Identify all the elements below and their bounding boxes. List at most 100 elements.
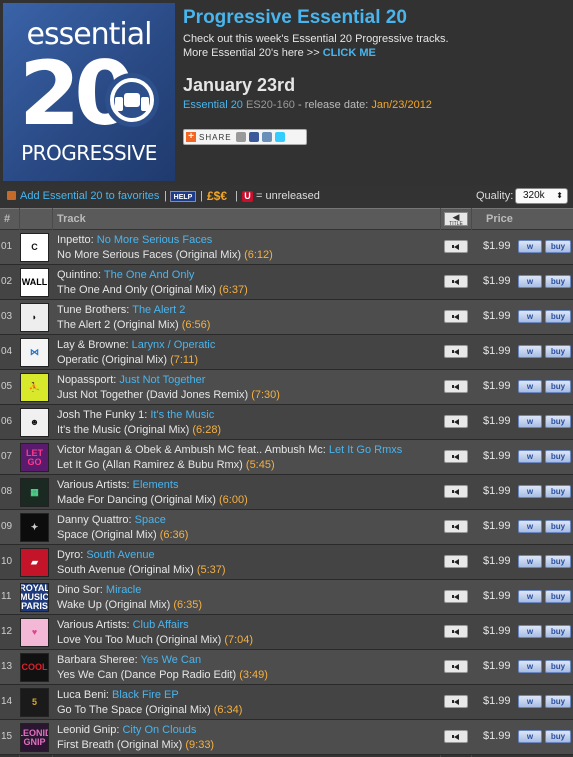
play-preview-icon[interactable]: [444, 625, 468, 638]
track-artwork[interactable]: ⛹: [20, 373, 49, 402]
release-title-link[interactable]: South Avenue: [86, 549, 154, 561]
wishlist-button[interactable]: w: [518, 415, 542, 428]
twitter-icon[interactable]: [274, 132, 285, 142]
artist-name[interactable]: Various Artists:: [57, 479, 130, 491]
facebook-icon[interactable]: [248, 132, 259, 142]
artist-name[interactable]: Tune Brothers:: [57, 304, 129, 316]
buy-button[interactable]: buy: [545, 450, 571, 463]
play-preview-icon[interactable]: [444, 240, 468, 253]
buy-button[interactable]: buy: [545, 415, 571, 428]
wishlist-button[interactable]: w: [518, 240, 542, 253]
wishlist-button[interactable]: w: [518, 345, 542, 358]
artist-name[interactable]: Victor Magan & Obek & Ambush MC feat.. A…: [57, 444, 326, 456]
play-preview-icon[interactable]: [444, 695, 468, 708]
track-artwork[interactable]: WALL: [20, 268, 49, 297]
artist-name[interactable]: Inpetto:: [57, 234, 94, 246]
release-title-link[interactable]: City On Clouds: [122, 724, 196, 736]
wishlist-button[interactable]: w: [518, 730, 542, 743]
track-artwork[interactable]: LET GO: [20, 443, 49, 472]
track-artwork[interactable]: ♥: [20, 618, 49, 647]
release-title-link[interactable]: No More Serious Faces: [97, 234, 213, 246]
wishlist-button[interactable]: w: [518, 275, 542, 288]
track-artwork[interactable]: ✦: [20, 513, 49, 542]
artist-name[interactable]: Josh The Funky 1:: [57, 409, 147, 421]
artist-name[interactable]: Lay & Browne:: [57, 339, 129, 351]
wishlist-button[interactable]: w: [518, 590, 542, 603]
play-preview-icon[interactable]: [444, 450, 468, 463]
release-title-link[interactable]: Club Affairs: [133, 619, 189, 631]
play-preview-icon[interactable]: [444, 660, 468, 673]
wishlist-button[interactable]: w: [518, 660, 542, 673]
share-widget[interactable]: + SHARE: [183, 129, 307, 145]
artist-name[interactable]: Dino Sor:: [57, 584, 103, 596]
wishlist-button[interactable]: w: [518, 695, 542, 708]
track-artwork[interactable]: COOL: [20, 653, 49, 682]
buy-button[interactable]: buy: [545, 380, 571, 393]
myspace-icon[interactable]: [261, 132, 272, 142]
buy-button[interactable]: buy: [545, 660, 571, 673]
artist-name[interactable]: Nopassport:: [57, 374, 116, 386]
buy-button[interactable]: buy: [545, 695, 571, 708]
buy-button[interactable]: buy: [545, 240, 571, 253]
release-title-link[interactable]: The One And Only: [104, 269, 195, 281]
play-preview-icon[interactable]: [444, 520, 468, 533]
artist-name[interactable]: Barbara Sheree:: [57, 654, 138, 666]
release-title-link[interactable]: It's the Music: [150, 409, 214, 421]
play-preview-icon[interactable]: [444, 275, 468, 288]
wishlist-button[interactable]: w: [518, 555, 542, 568]
wishlist-button[interactable]: w: [518, 520, 542, 533]
track-artwork[interactable]: ▰: [20, 548, 49, 577]
play-preview-icon[interactable]: [444, 730, 468, 743]
currency-selector[interactable]: £$€: [207, 189, 227, 203]
release-title-link[interactable]: Black Fire EP: [112, 689, 179, 701]
buy-button[interactable]: buy: [545, 345, 571, 358]
track-artwork[interactable]: C: [20, 233, 49, 262]
play-preview-icon[interactable]: [444, 310, 468, 323]
favorite-icon[interactable]: [7, 191, 16, 200]
track-artwork[interactable]: 5: [20, 688, 49, 717]
release-title-link[interactable]: Let It Go Rmxs: [329, 444, 402, 456]
play-all-icon[interactable]: ◀ TITLE: [444, 212, 468, 227]
track-artwork[interactable]: ▦: [20, 478, 49, 507]
buy-button[interactable]: buy: [545, 310, 571, 323]
release-title-link[interactable]: Space: [135, 514, 166, 526]
play-preview-icon[interactable]: [444, 380, 468, 393]
track-artwork[interactable]: LEONID GNIP: [20, 723, 49, 752]
artist-name[interactable]: Dyro:: [57, 549, 83, 561]
artist-name[interactable]: Quintino:: [57, 269, 101, 281]
release-title-link[interactable]: The Alert 2: [132, 304, 185, 316]
buy-button[interactable]: buy: [545, 555, 571, 568]
play-preview-icon[interactable]: [444, 555, 468, 568]
buy-button[interactable]: buy: [545, 275, 571, 288]
click-me-link[interactable]: CLICK ME: [323, 47, 376, 59]
track-artwork[interactable]: ROYAL MUSIC PARIS: [20, 583, 49, 612]
wishlist-button[interactable]: w: [518, 380, 542, 393]
wishlist-button[interactable]: w: [518, 310, 542, 323]
buy-button[interactable]: buy: [545, 730, 571, 743]
track-artwork[interactable]: ◗: [20, 303, 49, 332]
track-artwork[interactable]: ⋈: [20, 338, 49, 367]
play-preview-icon[interactable]: [444, 345, 468, 358]
email-icon[interactable]: [235, 132, 246, 142]
artist-name[interactable]: Danny Quattro:: [57, 514, 132, 526]
release-title-link[interactable]: Larynx / Operatic: [132, 339, 216, 351]
wishlist-button[interactable]: w: [518, 485, 542, 498]
play-preview-icon[interactable]: [444, 590, 468, 603]
release-title-link[interactable]: Just Not Together: [119, 374, 205, 386]
label-link[interactable]: Essential 20: [183, 99, 243, 111]
release-title-link[interactable]: Yes We Can: [141, 654, 202, 666]
quality-select[interactable]: 320k ⬍: [515, 188, 568, 204]
essential-20-progressive-logo[interactable]: essential 20 PROGRESSIVE: [3, 3, 175, 181]
play-preview-icon[interactable]: [444, 415, 468, 428]
artist-name[interactable]: Various Artists:: [57, 619, 130, 631]
release-title-link[interactable]: Elements: [133, 479, 179, 491]
track-artwork[interactable]: ☻: [20, 408, 49, 437]
wishlist-button[interactable]: w: [518, 450, 542, 463]
buy-button[interactable]: buy: [545, 590, 571, 603]
buy-button[interactable]: buy: [545, 520, 571, 533]
artist-name[interactable]: Luca Beni:: [57, 689, 109, 701]
add-to-favorites-link[interactable]: Add Essential 20 to favorites: [20, 190, 159, 202]
play-preview-icon[interactable]: [444, 485, 468, 498]
release-title-link[interactable]: Miracle: [106, 584, 141, 596]
buy-button[interactable]: buy: [545, 485, 571, 498]
